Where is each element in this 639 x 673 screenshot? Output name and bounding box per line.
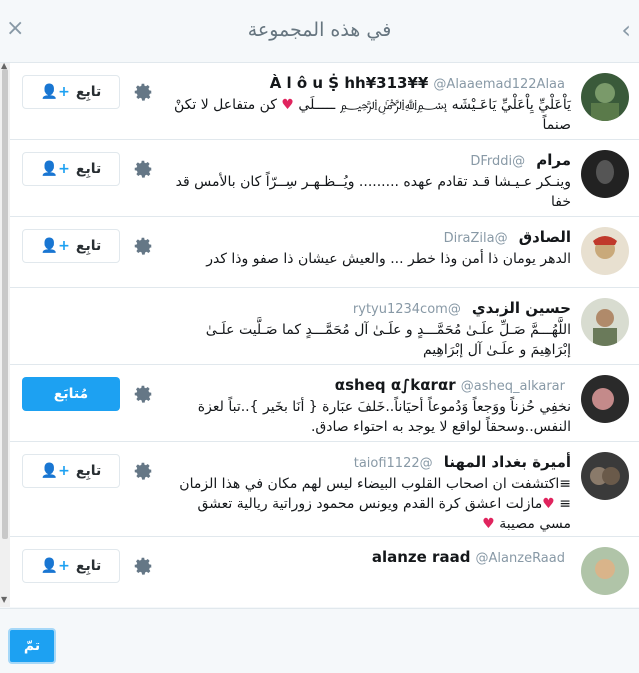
avatar[interactable] xyxy=(581,375,629,423)
gear-icon[interactable] xyxy=(132,383,154,405)
list-item: أميرة بغداد المهنا @taiofi1122 ≡اكتشفت ا… xyxy=(10,442,639,537)
user-handle[interactable]: @rytyu1234com xyxy=(353,302,461,317)
user-name-line: أميرة بغداد المهنا @taiofi1122 xyxy=(354,452,571,471)
list-item: αsheq α∫kαrαr @asheq_alkarar نخفِي حُزنا… xyxy=(10,365,639,442)
follow-button[interactable]: 👤+ تابِع xyxy=(22,75,120,109)
scrollbar[interactable]: ▲ ▼ xyxy=(0,61,10,607)
avatar[interactable] xyxy=(581,150,629,198)
user-bio: الدهر يومان ذا أمن وذا خطر ... والعيش عي… xyxy=(206,251,571,267)
gear-icon[interactable] xyxy=(132,235,154,257)
user-name[interactable]: الصادق xyxy=(519,228,571,246)
list-item: حسين الزبدي @rytyu1234com اللَّهُـــمَّ … xyxy=(10,288,639,365)
user-name[interactable]: أميرة بغداد المهنا xyxy=(444,453,571,471)
user-bio: يَاْعَلْيِّ يِاْعَلْيِّ يَاعَـيْشَه ﷽ ــ… xyxy=(174,97,571,133)
gear-icon[interactable] xyxy=(132,81,154,103)
follow-button[interactable]: 👤+ تابِع xyxy=(22,229,120,263)
avatar[interactable] xyxy=(581,73,629,121)
user-handle[interactable]: @taiofi1122 xyxy=(354,456,433,471)
dialog-header: × في هذه المجموعة ‹ xyxy=(0,0,639,63)
follow-button-label: تابِع xyxy=(75,558,102,574)
person-plus-icon: 👤+ xyxy=(40,84,70,100)
heart-icon: ♥ xyxy=(542,496,555,512)
gear-icon[interactable] xyxy=(132,555,154,577)
user-handle[interactable]: @DiraZila xyxy=(444,231,508,246)
user-bio: ≡اكتشفت ان اصحاب القلوب البيضاء ليس لهم … xyxy=(179,476,571,532)
gear-icon[interactable] xyxy=(132,158,154,180)
user-name-line: À l ô u Ṩ hh¥313¥¥ @Alaaemad122Alaa xyxy=(270,73,571,92)
user-handle[interactable]: @Alaaemad122Alaa xyxy=(433,77,565,92)
user-bio: نخفِي حُزناً ووَجعاً وَدُموعاً أحيَاناً.… xyxy=(197,399,571,435)
follow-button-label: تابِع xyxy=(75,84,102,100)
dialog-title: في هذه المجموعة xyxy=(247,19,392,41)
follow-button[interactable]: 👤+ تابِع xyxy=(22,549,120,583)
user-handle[interactable]: @asheq_alkarar xyxy=(461,379,565,394)
heart-icon: ♥ xyxy=(281,97,294,113)
chevron-right-icon[interactable]: ‹ xyxy=(621,16,631,44)
person-plus-icon: 👤+ xyxy=(40,558,70,574)
scroll-down-arrow[interactable]: ▼ xyxy=(1,595,7,604)
list-item: alanze raad @AlanzeRaad 👤+ تابِع xyxy=(10,537,639,607)
follow-button[interactable]: 👤+ تابِع xyxy=(22,152,120,186)
follow-button[interactable]: 👤+ تابِع xyxy=(22,454,120,488)
avatar[interactable] xyxy=(581,452,629,500)
avatar[interactable] xyxy=(581,227,629,275)
person-plus-icon: 👤+ xyxy=(40,161,70,177)
avatar[interactable] xyxy=(581,547,629,595)
user-name-line: alanze raad @AlanzeRaad xyxy=(372,547,571,566)
user-list: À l ô u Ṩ hh¥313¥¥ @Alaaemad122Alaa يَاْ… xyxy=(10,63,639,607)
following-button[interactable]: مُتابَع xyxy=(22,377,120,411)
dialog-footer: تمّ xyxy=(0,608,639,673)
scrollbar-thumb[interactable] xyxy=(2,69,8,539)
user-name[interactable]: αsheq α∫kαrαr xyxy=(335,376,456,394)
user-name[interactable]: مرام xyxy=(536,151,571,169)
follow-button-label: تابِع xyxy=(75,238,102,254)
user-handle[interactable]: @DFrddi xyxy=(470,154,525,169)
list-item: الصادق @DiraZila الدهر يومان ذا أمن وذا … xyxy=(10,217,639,288)
user-name-line: الصادق @DiraZila xyxy=(444,227,571,246)
person-plus-icon: 👤+ xyxy=(40,463,70,479)
user-name[interactable]: حسين الزبدي xyxy=(472,299,571,317)
follow-button-label: تابِع xyxy=(75,161,102,177)
done-button[interactable]: تمّ xyxy=(8,628,56,664)
following-button-label: مُتابَع xyxy=(53,386,89,402)
avatar[interactable] xyxy=(581,298,629,346)
user-name[interactable]: À l ô u Ṩ hh¥313¥¥ xyxy=(270,74,429,92)
follow-button-label: تابِع xyxy=(75,463,102,479)
user-name-line: مرام @DFrddi xyxy=(470,150,571,169)
gear-icon[interactable] xyxy=(132,460,154,482)
list-item: À l ô u Ṩ hh¥313¥¥ @Alaaemad122Alaa يَاْ… xyxy=(10,63,639,140)
user-name-line: αsheq α∫kαrαr @asheq_alkarar xyxy=(335,375,571,394)
heart-icon: ♥ xyxy=(482,516,495,532)
user-bio: وينـكر عـيـشا قـد تقادم عهده ......... و… xyxy=(175,174,571,210)
list-item: مرام @DFrddi وينـكر عـيـشا قـد تقادم عهد… xyxy=(10,140,639,217)
user-name[interactable]: alanze raad xyxy=(372,548,471,566)
user-handle[interactable]: @AlanzeRaad xyxy=(476,551,565,566)
user-bio: اللَّهُـــمَّ صَـلِّ علَـىٰ مُحَمَّـــدٍ… xyxy=(205,322,571,358)
user-name-line: حسين الزبدي @rytyu1234com xyxy=(353,298,571,317)
person-plus-icon: 👤+ xyxy=(40,238,70,254)
